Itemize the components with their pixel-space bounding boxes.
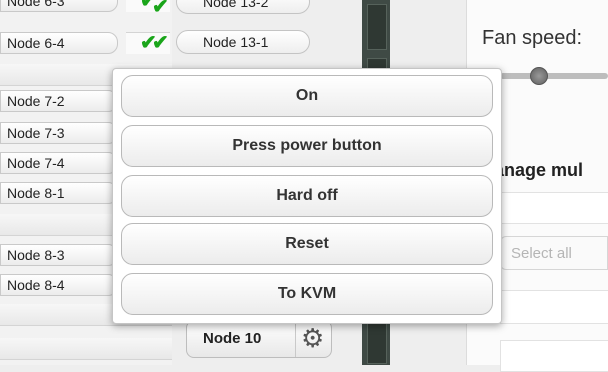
select-all-label: Select all (511, 245, 572, 262)
node-label: Node 8-3 (7, 247, 65, 263)
node-row[interactable]: Node 8-1 (0, 182, 118, 204)
node-label: Node 7-2 (7, 93, 65, 109)
node-row[interactable]: Node 13-1 (176, 30, 310, 54)
node-label: Node 8-1 (7, 185, 65, 201)
node-row[interactable]: Node 8-3 (0, 244, 118, 266)
fan-speed-slider[interactable] (500, 73, 608, 79)
rack-slot (367, 318, 387, 364)
node-label: Node 7-4 (7, 155, 65, 171)
node-row[interactable]: Node 7-3 (0, 122, 118, 144)
node-row[interactable]: Node 8-4 (0, 274, 118, 296)
panel-box (500, 290, 608, 324)
node-10-card[interactable]: Node 10 ⚙ (186, 320, 332, 358)
node-row[interactable]: Node 13-2 (176, 0, 310, 14)
empty-row (0, 338, 172, 360)
on-button[interactable]: On (121, 75, 493, 117)
node-label: Node 6-3 (7, 0, 65, 9)
node-row[interactable]: Node 7-4 (0, 152, 118, 174)
node-label: Node 8-4 (7, 277, 65, 293)
fan-speed-label: Fan speed: (482, 27, 583, 49)
check-icon: ✔ (152, 0, 169, 18)
node-label: Node 6-4 (7, 35, 65, 51)
panel-box (500, 340, 608, 372)
node-row[interactable]: Node 6-3 (0, 0, 118, 12)
node-row[interactable]: Node 7-2 (0, 90, 118, 112)
manage-multiple-label: anage mul (494, 160, 584, 180)
node-label: Node 7-3 (7, 125, 65, 141)
panel-box (500, 192, 608, 224)
to-kvm-button[interactable]: To KVM (121, 273, 493, 315)
node-label: Node 13-2 (203, 0, 269, 10)
node-10-label: Node 10 (203, 330, 262, 347)
rack-slot (367, 4, 387, 50)
reset-button[interactable]: Reset (121, 223, 493, 265)
check-icon: ✔ (152, 32, 169, 54)
gear-icon[interactable]: ⚙ (301, 324, 324, 352)
slider-handle[interactable] (530, 67, 548, 85)
press-power-button-button[interactable]: Press power button (121, 125, 493, 167)
divider (295, 321, 296, 357)
power-menu: On Press power button Hard off Reset To … (112, 68, 502, 324)
node-row[interactable]: Node 6-4 (0, 32, 118, 54)
node-label: Node 13-1 (203, 34, 269, 50)
select-all-button[interactable]: Select all (500, 236, 608, 270)
hard-off-button[interactable]: Hard off (121, 175, 493, 217)
